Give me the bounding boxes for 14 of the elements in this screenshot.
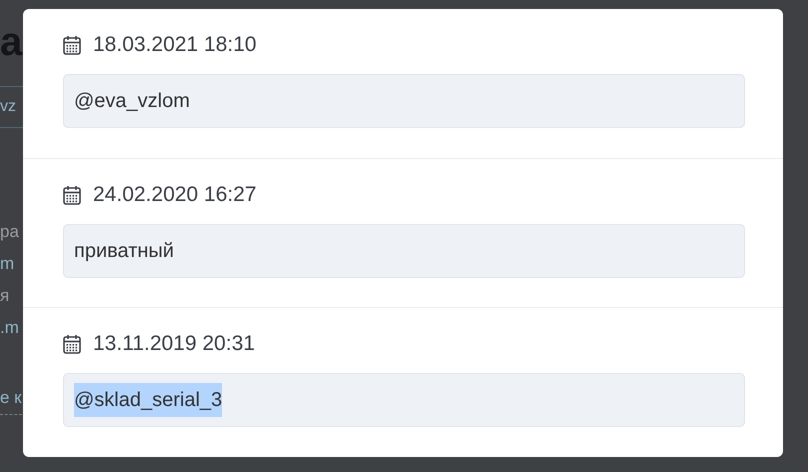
dashed-link[interactable]: е к (0, 386, 22, 415)
page-text: ра (0, 221, 19, 243)
value-field[interactable]: @eva_vzlom (63, 74, 745, 128)
calendar-icon (63, 184, 81, 205)
page-text: я (0, 285, 10, 307)
entry-date: 24.02.2020 16:27 (93, 182, 256, 207)
calendar-icon (63, 334, 81, 354)
value-field[interactable]: @sklad_serial_3 (63, 373, 745, 428)
page-link[interactable]: .m (0, 316, 19, 340)
value-field[interactable]: приватный (63, 224, 745, 278)
calendar-icon (63, 35, 81, 55)
entry-date: 18.03.2021 18:10 (93, 33, 256, 57)
page-link[interactable]: m (0, 252, 14, 276)
entry-date: 13.11.2019 20:31 (93, 332, 255, 356)
